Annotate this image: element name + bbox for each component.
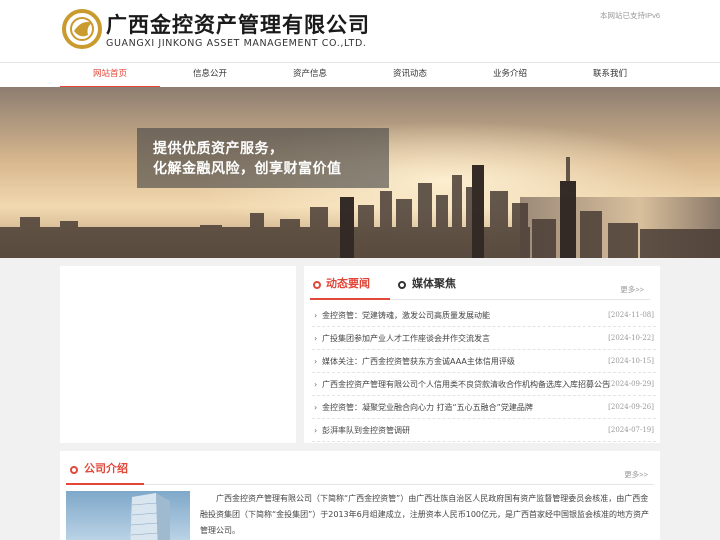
news-item-title[interactable]: 广投集团参加产业人才工作座谈会并作交流发言 — [322, 327, 610, 350]
target-icon — [313, 281, 321, 289]
news-item[interactable]: › 广西金控资产管理有限公司个人信用类不良贷款清收合作机构备选库入库招募公告 [… — [312, 373, 656, 396]
news-item[interactable]: › 彭湃率队到金控资管调研 [2024-07-19] — [312, 419, 656, 442]
hero-banner[interactable]: 提供优质资产服务， 化解金融风险，创享财富价值 — [0, 87, 720, 258]
nav-item-assets[interactable]: 资产信息 — [260, 63, 360, 88]
company-name-en: GUANGXI JINKONG ASSET MANAGEMENT CO.,LTD… — [106, 38, 367, 49]
tab-news-highlights[interactable]: 动态要闻 — [310, 270, 390, 300]
chevron-right-icon: › — [314, 357, 318, 366]
ipv6-notice: 本网站已支持IPv6 — [599, 11, 660, 20]
chevron-right-icon: › — [314, 403, 318, 412]
image-slider-panel — [60, 266, 296, 443]
news-item[interactable]: › 金控资管：凝聚党业融合向心力 打造“五心五融合”党建品牌 [2024-09-… — [312, 396, 656, 419]
nav-item-contact[interactable]: 联系我们 — [560, 63, 660, 88]
intro-title-label: 公司介绍 — [84, 462, 128, 475]
target-icon — [398, 281, 406, 289]
news-item-date: [2024-10-15] — [608, 357, 654, 365]
banner-slogan-box: 提供优质资产服务， 化解金融风险，创享财富价值 — [137, 128, 389, 188]
intro-more-link[interactable]: 更多>> — [624, 469, 648, 480]
news-list: › 金控资管：党建铸魂，激发公司高质量发展动能 [2024-11-08] › 广… — [312, 304, 656, 442]
company-logo-icon[interactable] — [62, 9, 102, 49]
main-nav: 网站首页 信息公开 资产信息 资讯动态 业务介绍 联系我们 — [0, 62, 720, 88]
tab-media-focus[interactable]: 媒体聚焦 — [398, 270, 456, 300]
news-item[interactable]: › 金控资管：党建铸魂，激发公司高质量发展动能 [2024-11-08] — [312, 304, 656, 327]
chevron-right-icon: › — [314, 380, 318, 389]
news-item-title[interactable]: 金控资管：党建铸魂，激发公司高质量发展动能 — [322, 304, 610, 327]
news-item-date: [2024-10-22] — [608, 334, 654, 342]
tab-media-focus-label: 媒体聚焦 — [412, 277, 456, 290]
nav-item-disclosure[interactable]: 信息公开 — [160, 63, 260, 88]
nav-item-news[interactable]: 资讯动态 — [360, 63, 460, 88]
tab-news-highlights-label: 动态要闻 — [326, 277, 370, 290]
chevron-right-icon: › — [314, 426, 318, 435]
company-name-cn: 广西金控资产管理有限公司 — [106, 13, 370, 37]
banner-slogan-line1: 提供优质资产服务， — [153, 141, 284, 157]
news-item-date: [2024-09-29] — [608, 380, 654, 388]
news-item-date: [2024-07-19] — [608, 426, 654, 434]
news-item-date: [2024-11-08] — [608, 311, 654, 319]
target-icon — [70, 466, 78, 474]
company-building-image[interactable] — [66, 491, 190, 540]
company-intro-panel: 公司介绍 更多>> 广西金控资产管理有限公司（下简称“广西金控资管”）由广西壮族… — [60, 451, 660, 540]
site-header: 广西金控资产管理有限公司 GUANGXI JINKONG ASSET MANAG… — [0, 0, 720, 62]
banner-slogan-line2: 化解金融风险，创享财富价值 — [153, 161, 342, 177]
intro-text: 广西金控资产管理有限公司（下简称“广西金控资管”）由广西壮族自治区人民政府国有资… — [200, 494, 650, 535]
chevron-right-icon: › — [314, 334, 318, 343]
news-tabs: 动态要闻 媒体聚焦 更多>> — [310, 270, 650, 300]
nav-item-home[interactable]: 网站首页 — [60, 63, 160, 88]
news-item-title[interactable]: 金控资管：凝聚党业融合向心力 打造“五心五融合”党建品牌 — [322, 396, 610, 419]
news-item[interactable]: › 广投集团参加产业人才工作座谈会并作交流发言 [2024-10-22] — [312, 327, 656, 350]
intro-header: 公司介绍 更多>> — [66, 455, 654, 485]
intro-title: 公司介绍 — [66, 455, 144, 485]
news-item[interactable]: › 媒体关注：广西金控资管获东方金诚AAA主体信用评级 [2024-10-15] — [312, 350, 656, 373]
news-panel: 动态要闻 媒体聚焦 更多>> › 金控资管：党建铸魂，激发公司高质量发展动能 [… — [304, 266, 660, 443]
chevron-right-icon: › — [314, 311, 318, 320]
news-item-title[interactable]: 彭湃率队到金控资管调研 — [322, 419, 610, 442]
news-item-date: [2024-09-26] — [608, 403, 654, 411]
news-more-link[interactable]: 更多>> — [620, 284, 644, 295]
news-item-title[interactable]: 媒体关注：广西金控资管获东方金诚AAA主体信用评级 — [322, 350, 610, 373]
nav-item-business[interactable]: 业务介绍 — [460, 63, 560, 88]
news-item-title[interactable]: 广西金控资产管理有限公司个人信用类不良贷款清收合作机构备选库入库招募公告 — [322, 373, 610, 396]
